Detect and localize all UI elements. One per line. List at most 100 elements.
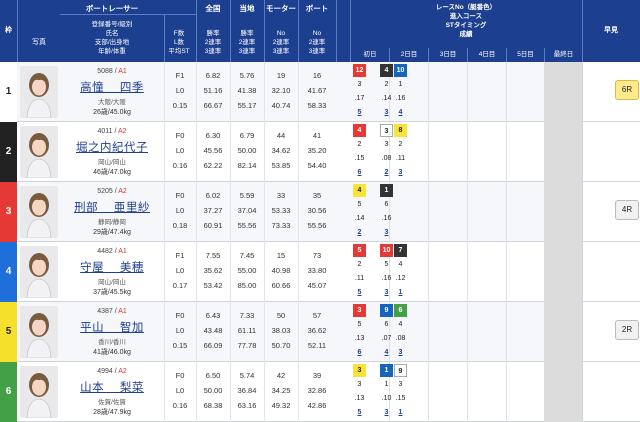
racer-name-link[interactable]: 刑部 亜里紗 [60, 199, 164, 215]
day-final-header: 最終日 [544, 48, 582, 62]
f-l-st-value: 0.15 [172, 101, 188, 110]
race-no-box[interactable]: 6 [394, 304, 407, 317]
season-results: 12 3 .17 5 4 2 .14 3 10 1 .16 4 [350, 62, 582, 122]
race-no-box[interactable]: 10 [394, 64, 407, 77]
racer-name-link[interactable]: 守屋 美穂 [60, 259, 164, 275]
hayami-cell: 4R [582, 182, 640, 242]
racer-name-link[interactable]: 堀之内紀代子 [60, 139, 164, 155]
zenkoku-rate: 68.38 [203, 401, 223, 410]
racer-age-weight: 29歳/47.4kg [93, 229, 131, 236]
st-timing: .16 [395, 95, 406, 102]
finish-result[interactable]: 6 [353, 166, 366, 179]
result-header: 成績 [459, 31, 473, 38]
f-l-st-value: L0 [175, 146, 185, 155]
day-1-header: 初日 [350, 48, 389, 62]
finish-result[interactable]: 3 [394, 346, 407, 359]
race-no-box[interactable]: 5 [353, 244, 366, 257]
finish-result[interactable]: 5 [353, 106, 366, 119]
day-3-header: 3日目 [428, 48, 467, 62]
hayami-cell [582, 122, 640, 182]
boat-stat: 16 [312, 71, 322, 80]
entry-course: 4 [398, 261, 403, 268]
touchi-rate: 36.84 [237, 386, 257, 395]
race-no-box[interactable]: 1 [380, 184, 393, 197]
motor-stat: 15 [276, 251, 286, 260]
registration-number: 4387 / A1 [60, 308, 164, 315]
finish-result[interactable]: 5 [353, 286, 366, 299]
race-no-box[interactable]: 1 [380, 364, 393, 377]
racer-name-link[interactable]: 高憧 四季 [60, 79, 164, 95]
class-badge: A1 [118, 68, 127, 75]
no-label: No [276, 30, 286, 37]
race-no-box[interactable]: 4 [353, 184, 366, 197]
race-no-box[interactable]: 3 [380, 124, 393, 137]
hayami-race-badge[interactable]: 2R [615, 320, 639, 340]
zenkoku-rate: 62.22 [203, 161, 223, 170]
race-no-box[interactable]: 8 [394, 124, 407, 137]
race-no-box[interactable]: 3 [353, 364, 366, 377]
touchi-rate: 5.74 [239, 371, 255, 380]
day-5-header: 5日目 [506, 48, 544, 62]
finish-result[interactable]: 2 [353, 226, 366, 239]
motor-stat: 53.85 [271, 161, 291, 170]
no-label: 3連率 [272, 48, 290, 55]
finish-result[interactable]: 1 [394, 286, 407, 299]
racer-branch: 岡山/岡山 [98, 159, 126, 166]
race-no-box[interactable]: 9 [394, 364, 407, 377]
boat-stat: 57 [312, 311, 322, 320]
racer-row: 4 4482 / A1 守屋 美穂 岡山/岡山 37歳/45.5kg F1 L0 0.17 7.… [0, 242, 350, 302]
f-l-st-value: F0 [175, 371, 185, 380]
motor-stat: 34.25 [271, 386, 291, 395]
zenkoku-rate: 6.02 [205, 191, 221, 200]
waku-number: 2 [0, 122, 17, 182]
entry-course: 3 [398, 381, 403, 388]
finish-result[interactable]: 3 [380, 226, 393, 239]
racer-photo [20, 186, 58, 238]
boat-stat: 52.11 [307, 341, 327, 350]
zenkoku-rate: 37.27 [203, 206, 223, 215]
st-timing: .14 [381, 95, 392, 102]
boat-stat: 39 [312, 371, 322, 380]
motor-stat: 73.33 [271, 221, 291, 230]
f-l-st-value: L0 [175, 326, 185, 335]
race-no-box[interactable]: 10 [380, 244, 393, 257]
race-no-box[interactable]: 7 [394, 244, 407, 257]
f-l-st-value: L0 [175, 206, 185, 215]
motor-stat: 40.98 [271, 266, 291, 275]
zenkoku-rate: 6.82 [205, 71, 221, 80]
zenkoku-rate: 35.62 [203, 266, 223, 275]
finish-result[interactable]: 6 [353, 346, 366, 359]
finish-result[interactable]: 2 [380, 166, 393, 179]
race-no-box[interactable]: 12 [353, 64, 366, 77]
touchi-rate: 85.00 [237, 281, 257, 290]
race-no-box[interactable]: 9 [380, 304, 393, 317]
zenkoku-rate: 6.50 [205, 371, 221, 380]
finish-result[interactable]: 1 [394, 406, 407, 419]
hayami-cell [582, 362, 640, 422]
hayami-race-badge[interactable]: 6R [615, 80, 639, 100]
race-no-box[interactable]: 3 [353, 304, 366, 317]
finish-result[interactable]: 3 [394, 166, 407, 179]
race-no-box[interactable]: 4 [353, 124, 366, 137]
hayami-race-badge[interactable]: 4R [615, 200, 639, 220]
entry-course: 5 [357, 321, 362, 328]
zenkoku-rate: 51.16 [203, 86, 223, 95]
finish-result[interactable]: 3 [380, 106, 393, 119]
finish-result[interactable]: 4 [394, 106, 407, 119]
race-no-box[interactable]: 4 [380, 64, 393, 77]
finish-result[interactable]: 3 [380, 406, 393, 419]
boat-stat: 55.56 [307, 221, 327, 230]
touchi-rate: 5.59 [239, 191, 255, 200]
rate-label: 3連率 [204, 48, 222, 55]
no-label: No [312, 30, 322, 37]
finish-result[interactable]: 4 [380, 346, 393, 359]
racer-name-link[interactable]: 山本 梨菜 [60, 379, 164, 395]
racer-info: 4387 / A1 平山 智加 香川/香川 41歳/46.0kg [60, 302, 164, 362]
boat-racer-header: ボートレーサー [85, 4, 139, 13]
regno-header: 登録番号/級別 [91, 21, 133, 28]
entry-course: 5 [384, 261, 389, 268]
finish-result[interactable]: 3 [380, 286, 393, 299]
finish-result[interactable]: 5 [353, 406, 366, 419]
waku-number: 5 [0, 302, 17, 362]
racer-name-link[interactable]: 平山 智加 [60, 319, 164, 335]
